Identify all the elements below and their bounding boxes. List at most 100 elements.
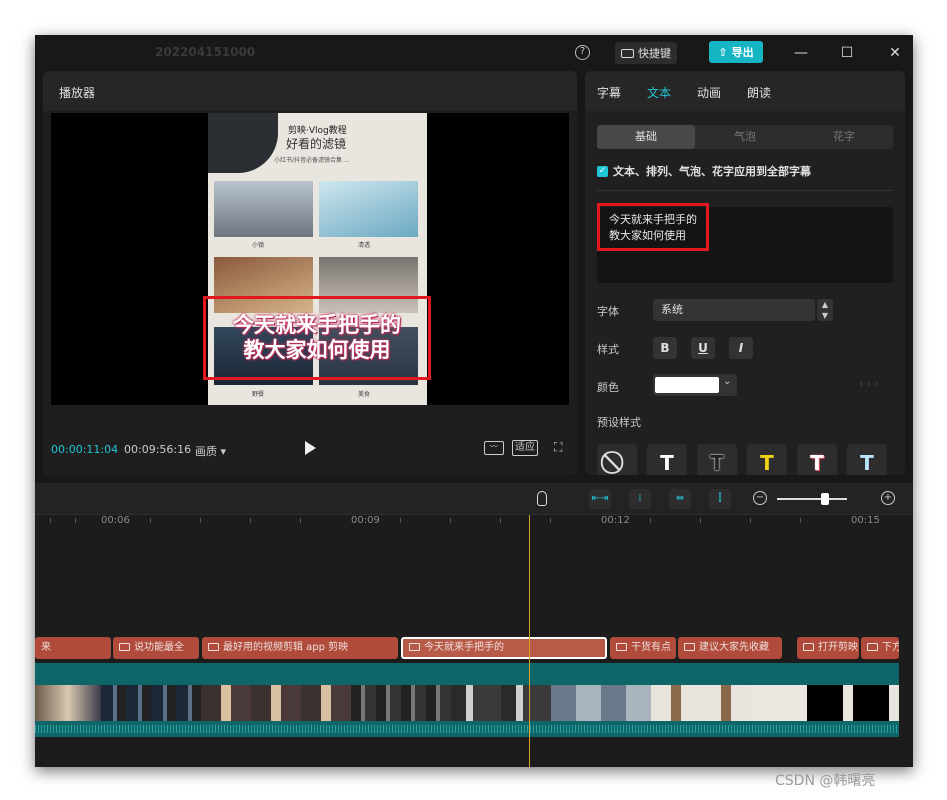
text-clip[interactable]: 说功能最全 [113, 637, 199, 659]
text-clip-selected[interactable]: 今天就来手把手的 [401, 637, 607, 659]
text-input-value: 今天就来手把手的 教大家如何使用 [609, 213, 697, 242]
apply-all-label: 文本、排列、气泡、花字应用到全部字幕 [613, 165, 811, 178]
text-input[interactable]: 今天就来手把手的 教大家如何使用 [597, 203, 893, 283]
audio-track-top[interactable] [35, 663, 899, 685]
font-select[interactable]: 系统 [653, 299, 815, 321]
preset-yellow[interactable]: T [747, 444, 787, 475]
shortcut-button[interactable]: 快捷键 [615, 42, 677, 64]
microphone-icon[interactable] [537, 491, 547, 506]
preset-pink-outline[interactable]: T [797, 444, 837, 475]
playhead[interactable] [529, 515, 530, 767]
text-clip[interactable]: 最好用的视频剪辑 app 剪映 [202, 637, 398, 659]
timeline: ⇤⇥ ⁞ ⇹ ⫿ − + 00:06 00:09 00:12 00:15 来 说… [35, 483, 913, 767]
clip-label: 最好用的视频剪辑 app 剪映 [223, 642, 349, 653]
divider [597, 190, 893, 191]
color-picker[interactable]: ⌄ [653, 374, 737, 396]
caption-3: 野餐 [252, 391, 265, 398]
zoom-out-icon[interactable]: − [753, 491, 767, 505]
video-track[interactable] [35, 685, 899, 721]
preset-none[interactable]: ⃠ [597, 444, 637, 475]
player-header: 播放器 [43, 71, 577, 111]
clip-label: 来 [41, 642, 51, 653]
current-time: 00:00:11:04 [51, 443, 119, 456]
caption-4: 美食 [358, 391, 371, 398]
tick-label: 00:15 [851, 515, 880, 526]
text-clip[interactable]: 下方 [861, 637, 899, 659]
audio-waveform [35, 725, 899, 733]
clip-label: 打开剪映 [818, 642, 858, 653]
tab-text[interactable]: 文本 [647, 84, 671, 101]
segment-bubble[interactable]: 气泡 [696, 125, 794, 149]
main-track-magnet-icon[interactable]: ⇤⇥ [589, 489, 611, 509]
chevron-down-icon: ⌄ [723, 376, 732, 387]
waveform-icon[interactable]: 〰 [484, 441, 504, 455]
text-clip[interactable]: 干货有点 [610, 637, 676, 659]
zoom-slider-track[interactable] [777, 498, 847, 500]
bold-button[interactable]: B [653, 337, 677, 359]
link-icon[interactable]: ⇹ [669, 489, 691, 509]
text-clip-icon [616, 643, 627, 651]
underline-button[interactable]: U [691, 337, 715, 359]
project-title: 202204151000 [155, 45, 256, 59]
text-clip[interactable]: 打开剪映 [797, 637, 859, 659]
export-label: 导出 [731, 46, 754, 59]
preset-white[interactable]: T [647, 444, 687, 475]
audio-track-bottom[interactable] [35, 721, 899, 737]
fullscreen-icon[interactable]: ⛶ [554, 440, 568, 454]
segment-basic[interactable]: 基础 [597, 125, 695, 149]
player-panel: 播放器 剪映·Vlog教程 好看的滤镜 小红书/抖音必备滤镜合集 ... 小镇 … [43, 71, 577, 475]
preview-canvas[interactable]: 剪映·Vlog教程 好看的滤镜 小红书/抖音必备滤镜合集 ... 小镇 清透 野… [51, 113, 569, 405]
subtitle-highlight-box[interactable]: 今天就来手把手的 教大家如何使用 [203, 296, 431, 380]
caption-2: 清透 [358, 242, 371, 249]
italic-button[interactable]: I [729, 337, 753, 359]
tick [450, 518, 451, 523]
time-ruler[interactable]: 00:06 00:09 00:12 00:15 [35, 515, 913, 529]
zoom-in-icon[interactable]: + [881, 491, 895, 505]
tick [75, 518, 76, 523]
tick [50, 518, 51, 523]
watermark: CSDN @韩曙亮 [775, 773, 876, 789]
tick [150, 518, 151, 523]
video-frame-thumb [551, 685, 651, 721]
tab-animation[interactable]: 动画 [697, 84, 721, 101]
help-icon[interactable]: ? [575, 45, 590, 60]
quality-dropdown[interactable]: 画质 ▾ [195, 443, 226, 459]
clip-label: 下方 [882, 642, 899, 653]
play-icon[interactable] [305, 441, 316, 455]
clip-label: 干货有点 [631, 642, 671, 653]
zoom-slider-handle[interactable] [821, 493, 829, 505]
fit-button[interactable]: 适应 [512, 440, 538, 456]
auto-snap-icon[interactable]: ⁞ [629, 489, 651, 509]
tick-label: 00:06 [101, 515, 130, 526]
apply-all-checkbox[interactable]: ✓ 文本、排列、气泡、花字应用到全部字幕 [597, 163, 811, 179]
video-frame-thumb [201, 685, 351, 721]
duration: 00:09:56:16 [124, 443, 192, 456]
text-clip[interactable]: 建议大家先收藏 [678, 637, 782, 659]
thumb-pool [319, 181, 418, 237]
tick [200, 518, 201, 523]
minimize-button[interactable]: — [791, 43, 811, 63]
close-button[interactable]: ✕ [885, 43, 905, 63]
text-highlight-box: 今天就来手把手的 教大家如何使用 [597, 203, 709, 251]
player-title: 播放器 [59, 86, 96, 100]
preview-axis-icon[interactable]: ⫿ [709, 489, 731, 509]
color-label: 颜色 [597, 381, 619, 394]
export-button[interactable]: ⇧ 导出 [709, 41, 763, 63]
text-clip-icon [684, 643, 695, 651]
font-stepper[interactable]: ▲ ▼ [817, 299, 833, 321]
text-clip[interactable]: 来 [35, 637, 111, 659]
segment-fancy-text[interactable]: 花字 [795, 125, 893, 149]
maximize-button[interactable]: ☐ [837, 43, 857, 63]
video-note: 小红书/抖音必备滤镜合集 ... [274, 157, 350, 164]
tab-subtitle[interactable]: 字幕 [597, 84, 621, 101]
upload-icon: ⇧ [718, 45, 728, 59]
caption-1: 小镇 [252, 242, 265, 249]
tick [800, 518, 801, 523]
preset-blue[interactable]: T [847, 444, 887, 475]
nav-arrows[interactable]: ‹ ‹ › [859, 377, 879, 390]
preset-outline[interactable]: T [697, 444, 737, 475]
tick [400, 518, 401, 523]
tab-read-aloud[interactable]: 朗读 [747, 84, 771, 101]
text-clip-icon [409, 643, 420, 651]
subtitle-line-2: 教大家如何使用 [243, 338, 391, 362]
